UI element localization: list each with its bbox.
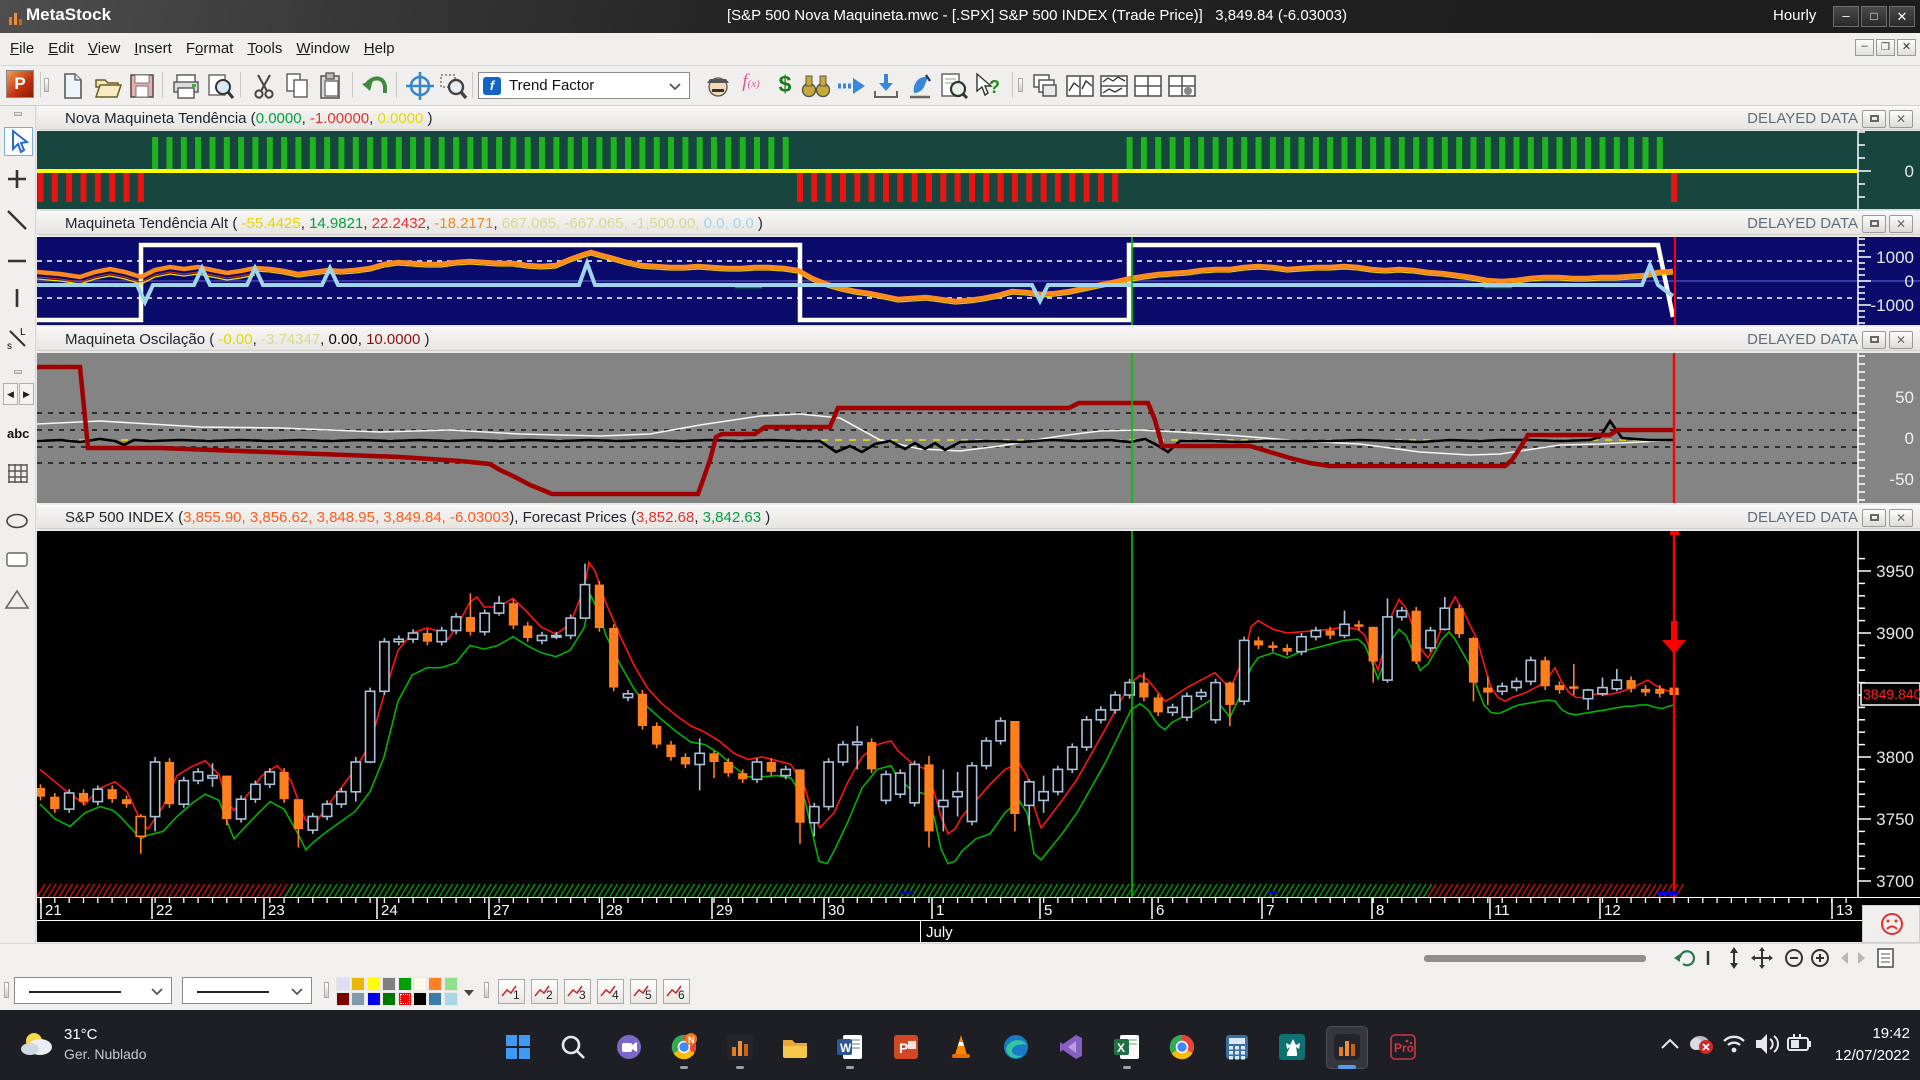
svg-text:7: 7	[1266, 902, 1274, 919]
svg-text:6: 6	[1156, 902, 1164, 919]
svg-text:0: 0	[1905, 272, 1914, 291]
svg-text:23: 23	[268, 902, 285, 919]
svg-text:5: 5	[1044, 902, 1052, 919]
svg-text:W: W	[840, 1041, 852, 1055]
svg-text:3800: 3800	[1876, 748, 1914, 767]
svg-text:13: 13	[1836, 902, 1853, 919]
svg-text:1: 1	[513, 988, 520, 1002]
svg-text:29: 29	[716, 902, 733, 919]
svg-text:30: 30	[828, 902, 845, 919]
svg-text:?: ?	[989, 77, 1000, 97]
svg-text:1: 1	[936, 902, 944, 919]
svg-text:N: N	[688, 1035, 695, 1045]
svg-text:0: 0	[1905, 162, 1914, 181]
svg-text:3700: 3700	[1876, 872, 1914, 891]
svg-text:3: 3	[579, 988, 586, 1002]
svg-text:L: L	[20, 327, 26, 338]
svg-text:12: 12	[1604, 902, 1621, 919]
svg-text:27: 27	[493, 902, 510, 919]
svg-text:4: 4	[612, 988, 619, 1002]
svg-text:28: 28	[606, 902, 623, 919]
svg-text:3900: 3900	[1876, 624, 1914, 643]
svg-text:22: 22	[156, 902, 173, 919]
svg-text:P: P	[899, 1040, 908, 1056]
svg-text:8: 8	[1376, 902, 1384, 919]
svg-text:11: 11	[1494, 902, 1510, 919]
svg-text:5: 5	[645, 988, 652, 1002]
svg-text:-50: -50	[1889, 470, 1914, 489]
svg-text:50: 50	[1895, 388, 1914, 407]
svg-text:abc: abc	[7, 426, 29, 441]
svg-text:1000: 1000	[1876, 248, 1914, 267]
svg-text:24: 24	[381, 902, 398, 919]
svg-text:6: 6	[678, 988, 685, 1002]
svg-text:0: 0	[1905, 429, 1914, 448]
svg-text:-1000: -1000	[1871, 296, 1914, 315]
svg-text:2: 2	[546, 988, 553, 1002]
svg-text:3950: 3950	[1876, 562, 1914, 581]
svg-text:21: 21	[45, 902, 62, 919]
svg-text:X: X	[1117, 1041, 1125, 1055]
svg-text:3750: 3750	[1876, 810, 1914, 829]
svg-text:3849.840: 3849.840	[1863, 686, 1920, 702]
svg-text:s: s	[7, 341, 12, 352]
